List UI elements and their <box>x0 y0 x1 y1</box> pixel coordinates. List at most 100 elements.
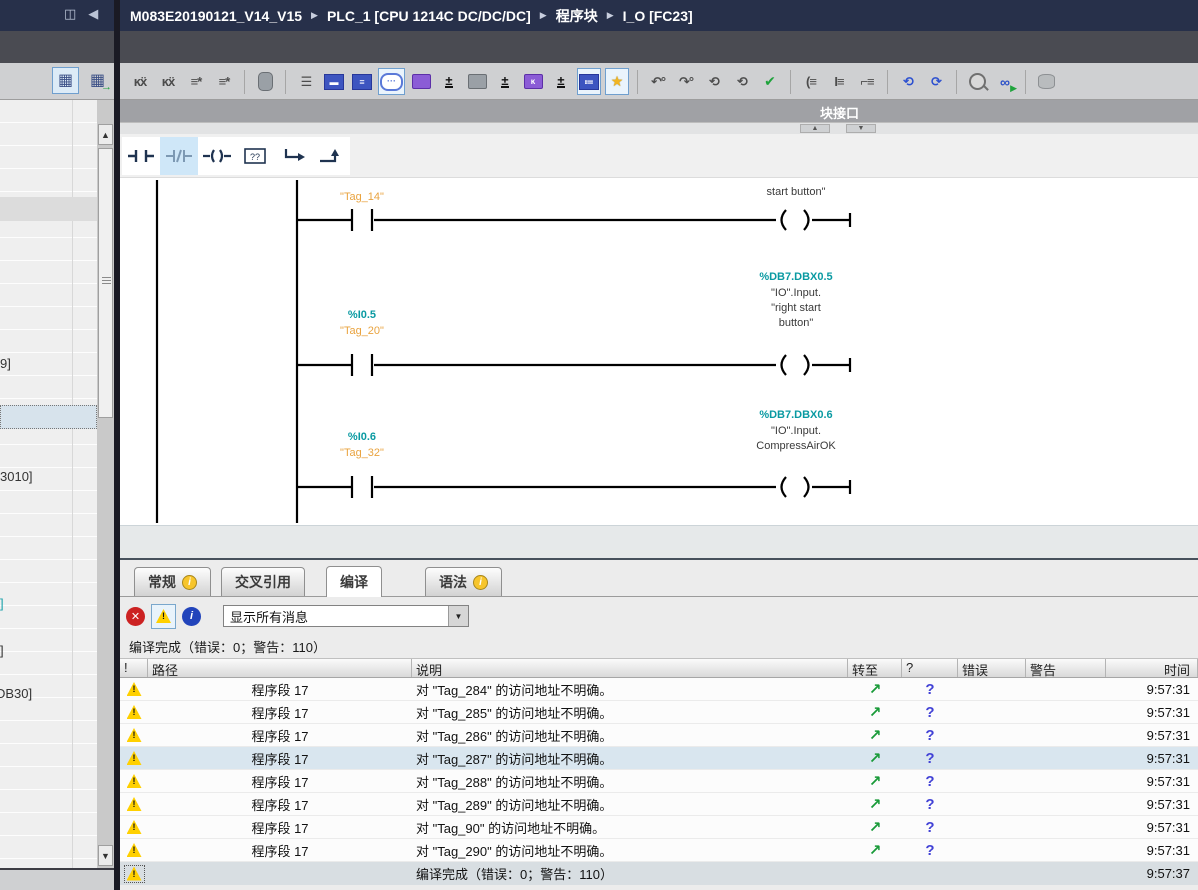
open-in-editor-button[interactable]: ▦ → <box>84 67 111 94</box>
coil-button[interactable] <box>198 137 236 175</box>
help-question-icon[interactable]: ? <box>925 704 934 721</box>
network-overview-icon[interactable]: ☰ <box>294 68 318 95</box>
tree-row-selected[interactable] <box>0 405 97 429</box>
tab-syntax[interactable]: 语法 i <box>425 567 502 596</box>
dropdown-arrow-icon[interactable]: ▼ <box>448 606 468 626</box>
overview-grid-button[interactable]: ▦ <box>52 67 79 94</box>
column-header[interactable]: 警告 <box>1026 659 1106 677</box>
nc-contact-button[interactable] <box>160 137 198 175</box>
goto-arrow-icon[interactable]: ↗ <box>869 727 882 744</box>
column-header[interactable]: ? <box>902 659 958 677</box>
scroll-thumb[interactable] <box>98 148 113 418</box>
column-header[interactable]: 说明 <box>412 659 848 677</box>
goto-arrow-icon[interactable]: ↗ <box>869 796 882 813</box>
goto-arrow-icon[interactable]: ↗ <box>869 842 882 859</box>
panel-divider[interactable] <box>114 0 120 890</box>
info-filter-icon[interactable]: i <box>182 607 201 626</box>
message-row[interactable]: 程序段 17对 "Tag_290" 的访问地址不明确。↗?9:57:31 <box>120 839 1198 862</box>
goto-arrow-icon[interactable]: ↗ <box>869 819 882 836</box>
empty-box-button[interactable]: ?? <box>236 137 274 175</box>
insert-row-after-icon[interactable]: ≡* <box>212 68 236 95</box>
column-header[interactable]: 时间 <box>1106 659 1198 677</box>
coil-address[interactable]: %DB7.DBX0.6 <box>721 408 871 423</box>
sync-backward-icon[interactable]: ⟲ <box>896 68 920 95</box>
absolute-operand-dropdown[interactable]: ± <box>437 68 461 95</box>
tab-general[interactable]: 常规 i <box>134 567 211 596</box>
call-hierarchy-icon[interactable]: ⌐≡ <box>855 68 879 95</box>
message-row[interactable]: 程序段 17对 "Tag_287" 的访问地址不明确。↗?9:57:31 <box>120 747 1198 770</box>
message-row[interactable]: 程序段 17对 "Tag_284" 的访问地址不明确。↗?9:57:31 <box>120 678 1198 701</box>
tree-item-partial-label[interactable]: ] <box>0 643 4 658</box>
update-block-calls-icon[interactable]: ⟲ <box>702 68 726 95</box>
toggle-network-comments-icon[interactable]: ··· <box>378 68 405 95</box>
collapse-networks-icon[interactable]: ≡ <box>350 68 374 95</box>
tree-row-highlight[interactable] <box>0 197 97 221</box>
symbolic-operand-icon[interactable]: ĸ <box>521 68 545 95</box>
goto-previous-error-icon[interactable]: ↶° <box>646 68 670 95</box>
message-filter-dropdown[interactable]: 显示所有消息 ▼ <box>223 605 469 627</box>
help-question-icon[interactable]: ? <box>925 773 934 790</box>
coil-name-line[interactable]: CompressAirOK <box>721 439 871 454</box>
breadcrumb-item[interactable]: I_O [FC23] <box>623 8 693 24</box>
tree-item-partial-label[interactable]: 3010] <box>0 469 33 484</box>
insert-row-before-icon[interactable]: ≡* <box>184 68 208 95</box>
insert-network-icon[interactable]: ĸẍ <box>128 68 152 95</box>
goto-arrow-icon[interactable]: ↗ <box>869 704 882 721</box>
call-structure-icon[interactable]: (≡ <box>799 68 823 95</box>
coil-name-line[interactable]: button" <box>721 316 871 331</box>
column-header[interactable]: 错误 <box>958 659 1026 677</box>
go-online-search-icon[interactable] <box>965 68 989 95</box>
help-question-icon[interactable]: ? <box>925 842 934 859</box>
splitter-down-button[interactable]: ▼ <box>846 124 876 133</box>
favorites-pane-icon[interactable]: ≔ <box>577 68 601 95</box>
message-row[interactable]: 程序段 17对 "Tag_288" 的访问地址不明确。↗?9:57:31 <box>120 770 1198 793</box>
delete-network-icon[interactable]: ĸẍ <box>156 68 180 95</box>
ladder-editor[interactable]: "Tag_14""start button"%I0.5"Tag_20"%DB7.… <box>120 178 1198 525</box>
monitoring-icon[interactable]: ∞▶ <box>993 68 1017 95</box>
message-row[interactable]: 程序段 17对 "Tag_285" 的访问地址不明确。↗?9:57:31 <box>120 701 1198 724</box>
tree-item-partial-label[interactable]: 9] <box>0 356 11 371</box>
compile-summary-row[interactable]: 编译完成（错误：0；警告：110）9:57:37 <box>120 862 1198 885</box>
contact-address[interactable]: %I0.6 <box>292 430 432 445</box>
breadcrumb-item[interactable]: PLC_1 [CPU 1214C DC/DC/DC] <box>327 8 531 24</box>
free-form-comment-icon[interactable] <box>253 68 277 95</box>
contact-tag[interactable]: "Tag_32" <box>292 446 432 461</box>
no-contact-button[interactable] <box>122 137 160 175</box>
help-question-icon[interactable]: ? <box>925 681 934 698</box>
operand-comment-dropdown[interactable]: ± <box>493 68 517 95</box>
error-filter-icon[interactable]: ✕ <box>126 607 145 626</box>
assignment-list-icon[interactable]: I≡ <box>827 68 851 95</box>
goto-next-error-icon[interactable]: ↷° <box>674 68 698 95</box>
goto-arrow-icon[interactable]: ↗ <box>869 750 882 767</box>
absolute-operand-icon[interactable] <box>409 68 433 95</box>
coil-name-line[interactable]: start button" <box>721 185 871 200</box>
interface-splitter[interactable]: ▲ ▼ <box>120 122 1198 134</box>
symbolic-operand-dropdown[interactable]: ± <box>549 68 573 95</box>
help-question-icon[interactable]: ? <box>925 727 934 744</box>
contact-tag[interactable]: "Tag_20" <box>292 324 432 339</box>
coil-name-line[interactable]: "IO".Input. <box>721 286 871 301</box>
coil-address[interactable]: %DB7.DBX0.5 <box>721 270 871 285</box>
coil-name-line[interactable]: "IO".Input. <box>721 424 871 439</box>
warning-filter-icon[interactable] <box>151 604 176 629</box>
refresh-interface-icon[interactable]: ⟲ <box>730 68 754 95</box>
open-branch-button[interactable] <box>274 137 312 175</box>
scroll-down-button[interactable]: ▼ <box>98 845 113 866</box>
edit-favorites-icon[interactable]: ★ <box>605 68 629 95</box>
column-header[interactable]: ! <box>120 659 148 677</box>
contact-tag[interactable]: "Tag_14" <box>292 190 432 205</box>
scroll-up-button[interactable]: ▲ <box>98 124 113 145</box>
consistency-check-icon[interactable]: ✔ <box>758 68 782 95</box>
pane-icon[interactable]: ◫ <box>64 6 76 22</box>
goto-arrow-icon[interactable]: ↗ <box>869 773 882 790</box>
message-row[interactable]: 程序段 17对 "Tag_289" 的访问地址不明确。↗?9:57:31 <box>120 793 1198 816</box>
tree-item-partial-label[interactable]: ] <box>0 596 4 611</box>
know-how-protection-icon[interactable] <box>1034 68 1058 95</box>
column-header[interactable]: 路径 <box>148 659 412 677</box>
column-header[interactable]: 转至 <box>848 659 902 677</box>
message-row[interactable]: 程序段 17对 "Tag_286" 的访问地址不明确。↗?9:57:31 <box>120 724 1198 747</box>
help-question-icon[interactable]: ? <box>925 819 934 836</box>
contact-address[interactable]: %I0.5 <box>292 308 432 323</box>
breadcrumb-item[interactable]: 程序块 <box>556 6 598 26</box>
close-branch-button[interactable] <box>312 137 350 175</box>
